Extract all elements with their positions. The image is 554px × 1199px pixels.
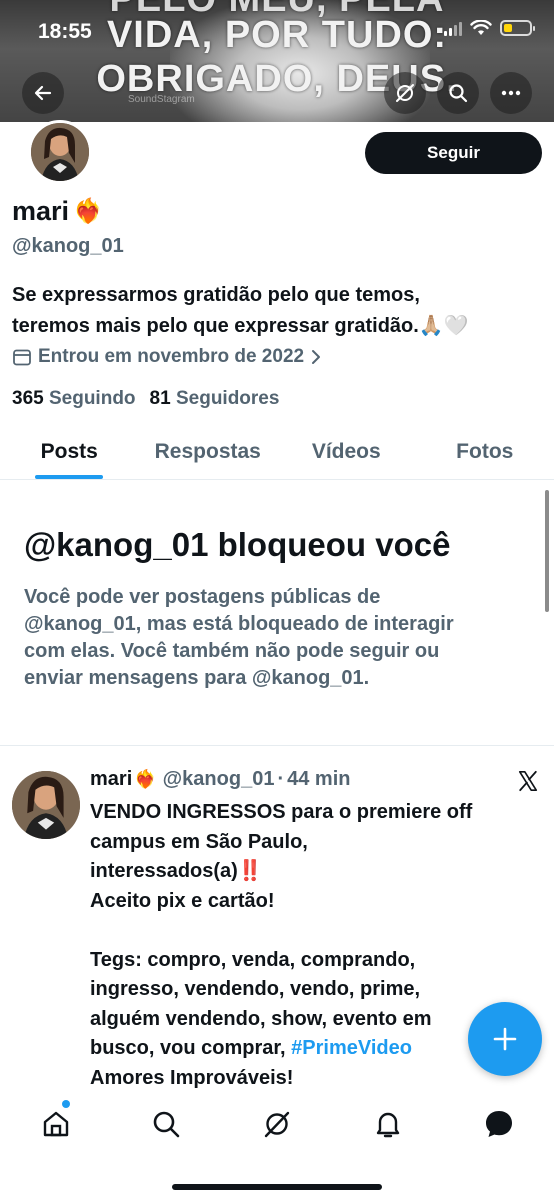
grok-icon <box>264 1111 290 1138</box>
profile-handle: @kanog_01 <box>12 235 124 257</box>
followers-label: Seguidores <box>175 388 280 409</box>
profile-name-text: mari <box>12 196 70 226</box>
search-button[interactable] <box>437 72 479 114</box>
tab-posts[interactable]: Posts <box>0 424 139 479</box>
post-line-6: ingresso, vendendo, vendo, prime, <box>90 978 421 1000</box>
nav-messages[interactable] <box>477 1102 521 1146</box>
post-avatar[interactable] <box>12 771 80 839</box>
following-count: 365 <box>12 388 44 409</box>
nav-grok[interactable] <box>255 1102 299 1146</box>
post-line-3: interessados(a)‼️ <box>90 857 540 887</box>
blocked-line-1: Você pode ver postagens públicas de <box>24 586 381 608</box>
post-hashtag[interactable]: #PrimeVideo <box>291 1037 412 1059</box>
signal-icon <box>444 20 462 36</box>
post-time: 44 min <box>287 768 351 790</box>
joined-text: Entrou em novembro de 2022 <box>38 346 305 367</box>
post-avatar-image <box>12 771 80 839</box>
follow-button[interactable]: Seguir <box>365 132 542 174</box>
blocked-description: Você pode ver postagens públicas de @kan… <box>24 584 524 692</box>
profile-avatar[interactable] <box>28 120 92 184</box>
search-icon <box>449 84 468 103</box>
post-blank-line <box>90 916 540 946</box>
status-time: 18:55 <box>38 20 92 43</box>
blocked-title: @kanog_01 bloqueou você <box>24 526 451 563</box>
calendar-icon <box>13 349 31 366</box>
post-line-2: campus em São Paulo, <box>90 830 308 853</box>
following-label: Seguindo <box>48 388 136 409</box>
double-exclamation-emoji: ‼️ <box>237 860 263 882</box>
post-line-5: Tegs: compro, venda, comprando, <box>90 948 416 971</box>
wifi-icon <box>470 20 492 35</box>
tab-fotos[interactable]: Fotos <box>416 424 554 479</box>
profile-tabs: Posts Respostas Vídeos Fotos <box>0 424 554 480</box>
profile-name: mari ❤️‍🔥 <box>12 196 103 227</box>
blocked-line-3: com elas. Você também não pode seguir ou <box>24 640 440 662</box>
grok-button[interactable] <box>384 72 426 114</box>
post-line-4: Aceito pix e cartão! <box>90 889 275 912</box>
joined-date[interactable]: Entrou em novembro de 2022 <box>12 346 322 368</box>
following-stat[interactable]: 365 Seguindo <box>12 388 136 410</box>
profile-bio: Se expressarmos gratidão pelo que temos,… <box>12 280 552 342</box>
messages-icon <box>486 1111 512 1137</box>
scrollbar[interactable] <box>545 490 549 612</box>
post-author-name[interactable]: mari <box>90 768 132 791</box>
bio-line-1: Se expressarmos gratidão pelo que temos, <box>12 284 420 306</box>
more-icon <box>501 90 521 96</box>
home-notification-dot <box>62 1100 70 1108</box>
post-header: mari ❤️‍🔥 @kanog_01 · 44 min <box>90 768 350 791</box>
post-dot: · <box>277 768 285 790</box>
back-arrow-icon <box>34 85 52 101</box>
bottom-nav <box>0 1088 554 1199</box>
post-line-1: VENDO INGRESSOS para o premiere off <box>90 801 473 823</box>
post-line-3-text: interessados(a) <box>90 860 238 882</box>
post-line-8-text: busco, vou comprar, <box>90 1037 292 1059</box>
banner-watermark: SoundStagram <box>128 94 195 105</box>
home-indicator <box>172 1184 382 1190</box>
plus-icon <box>493 1027 517 1051</box>
avatar-image <box>31 123 89 181</box>
nav-search[interactable] <box>144 1102 188 1146</box>
home-icon <box>43 1111 69 1137</box>
post-author-handle[interactable]: @kanog_01 <box>163 768 275 791</box>
tab-respostas[interactable]: Respostas <box>139 424 278 479</box>
status-bar: 18:55 <box>0 0 554 66</box>
heart-fire-emoji: ❤️‍🔥 <box>73 198 103 225</box>
blocked-line-4: enviar mensagens para @kanog_01. <box>24 667 370 689</box>
status-icons <box>444 20 535 36</box>
battery-icon <box>500 20 535 36</box>
bell-icon <box>376 1112 400 1138</box>
post-author-emoji: ❤️‍🔥 <box>134 769 157 789</box>
followers-count: 81 <box>149 388 171 409</box>
chevron-right-icon <box>312 350 321 364</box>
x-logo-icon <box>518 770 538 792</box>
nav-notifications[interactable] <box>366 1102 410 1146</box>
nav-home[interactable] <box>34 1102 78 1146</box>
tab-videos[interactable]: Vídeos <box>277 424 416 479</box>
blocked-line-2: @kanog_01, mas está bloqueado de interag… <box>24 613 454 635</box>
compose-button[interactable] <box>468 1002 542 1076</box>
more-button[interactable] <box>490 72 532 114</box>
followers-stat[interactable]: 81 Seguidores <box>150 388 280 410</box>
grok-icon <box>396 84 414 102</box>
search-icon <box>153 1111 180 1138</box>
follow-stats: 365 Seguindo 81 Seguidores <box>12 388 279 410</box>
back-button[interactable] <box>22 72 64 114</box>
bio-line-2: teremos mais pelo que expressar gratidão… <box>12 315 469 337</box>
divider <box>0 745 554 746</box>
